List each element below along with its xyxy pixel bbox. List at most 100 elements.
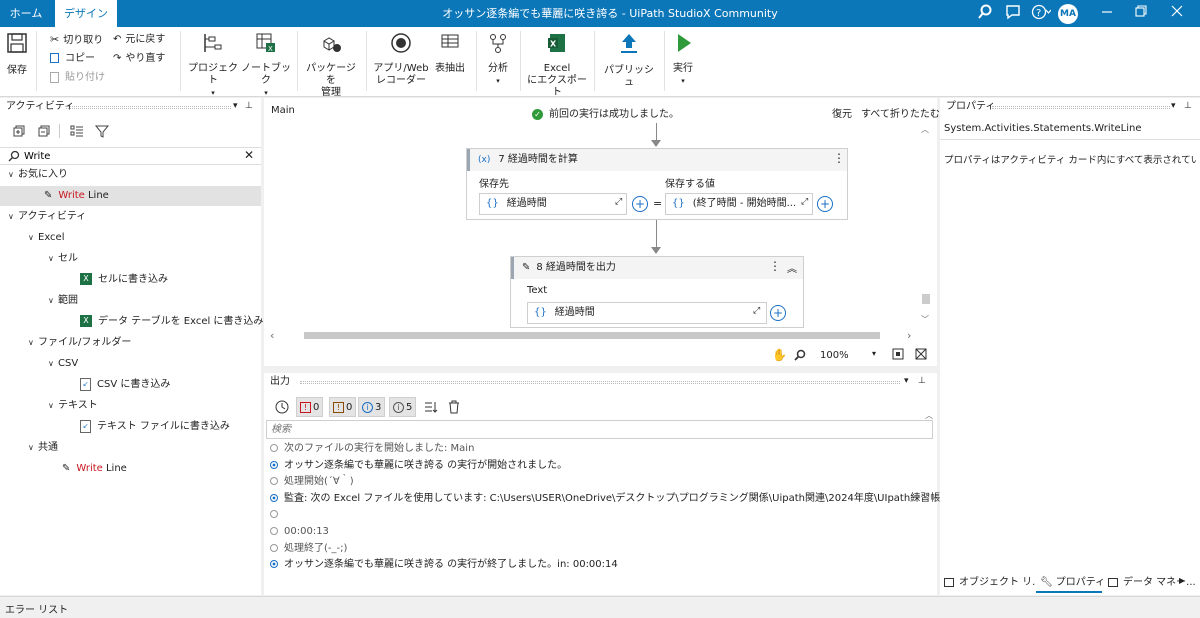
collapse-card-icon[interactable]: ︽ <box>787 260 797 275</box>
expand-all-icon[interactable] <box>12 124 26 141</box>
dropdown-arrow-icon[interactable]: ▾ <box>1171 101 1176 111</box>
tree-item[interactable]: X データ テーブルを Excel に書き込み <box>0 312 263 332</box>
add-variable-button[interactable]: + <box>632 196 648 212</box>
avatar[interactable]: MA <box>1058 4 1078 24</box>
scroll-left-icon[interactable]: ‹ <box>270 329 274 342</box>
redo-button[interactable]: ↷ やり直す <box>113 51 165 67</box>
pin-icon[interactable]: ⊥ <box>1184 101 1192 111</box>
tree-group[interactable]: ∨ お気に入り <box>0 165 261 185</box>
tree-group[interactable]: ∨ 共通 <box>0 438 261 458</box>
tab-home[interactable]: ホーム <box>0 0 52 27</box>
breadcrumb[interactable]: Main <box>271 105 295 116</box>
hand-pan-icon[interactable]: ✋ <box>772 348 787 362</box>
search-icon[interactable] <box>975 4 995 24</box>
tree-item[interactable]: ✎ Write Line <box>0 186 261 206</box>
paste-button[interactable]: 貼り付け <box>50 70 105 86</box>
save-to-field[interactable]: {} 経過時間 <box>479 193 627 215</box>
copy-button[interactable]: コピー <box>50 51 95 67</box>
minimize-icon[interactable] <box>1097 4 1117 24</box>
scroll-right-icon[interactable]: › <box>907 329 911 342</box>
export-excel-button[interactable]: X Excel にエクスポート <box>526 31 588 99</box>
publish-button[interactable]: パブリッシュ <box>600 31 658 89</box>
log-line[interactable] <box>270 507 284 523</box>
tree-group[interactable]: ∨ テキスト <box>0 396 261 416</box>
undo-button[interactable]: ↶ 元に戻す <box>113 32 165 48</box>
tree-group[interactable]: ∨ Excel <box>0 228 261 248</box>
zoom-search-icon[interactable] <box>794 349 806 364</box>
project-button[interactable]: プロジェクト ▾ <box>186 31 240 99</box>
collapse-all-link[interactable]: すべて折りたたむ <box>861 105 940 120</box>
notebook-button[interactable]: X ノートブック ▾ <box>240 31 292 99</box>
feedback-icon[interactable] <box>1003 4 1023 24</box>
restore-link[interactable]: 復元 <box>832 105 852 120</box>
expand-field-icon[interactable]: ⤢ <box>753 306 760 316</box>
pin-icon[interactable]: ⊥ <box>918 376 926 386</box>
collapse-lines-icon[interactable] <box>424 400 438 417</box>
clear-output-icon[interactable] <box>448 400 460 417</box>
card-menu-icon[interactable]: ⋮ <box>833 151 845 165</box>
log-line[interactable]: 処理終了(-_-;) <box>270 541 347 557</box>
activity-search-input[interactable] <box>24 149 224 164</box>
value-field[interactable]: {} (終了時間 - 開始時間... <box>665 193 813 215</box>
clear-search-icon[interactable]: ✕ <box>244 148 254 162</box>
analyze-button[interactable]: 分析 ▾ <box>482 31 514 87</box>
tab-object-repository[interactable]: オブジェクト リ... <box>944 573 1042 593</box>
tree-item[interactable]: ↙ テキスト ファイルに書き込み <box>0 417 261 437</box>
tree-group[interactable]: ∨ CSV <box>0 354 261 374</box>
pin-icon[interactable]: ⊥ <box>245 101 253 111</box>
overview-icon[interactable] <box>915 348 927 363</box>
output-search-input[interactable] <box>266 420 933 439</box>
write-line-activity-card[interactable]: ✎ 8 経過時間を出力 ⋮ ︽ Text {} 経過時間 ⤢ + <box>510 256 804 328</box>
save-button[interactable]: 保存 <box>2 31 32 77</box>
tree-group[interactable]: ∨ 範囲 <box>0 291 261 311</box>
dropdown-arrow-icon[interactable]: ▾ <box>904 376 909 386</box>
expand-field-icon[interactable]: ⤢ <box>615 197 622 207</box>
manage-packages-button[interactable]: パッケージを 管理 <box>302 31 360 99</box>
tree-item[interactable]: X セルに書き込み <box>0 270 261 290</box>
output-filter-1[interactable]: ! 0 <box>329 397 357 417</box>
filter-icon[interactable] <box>94 124 110 141</box>
add-text-button[interactable]: + <box>770 305 786 321</box>
table-extraction-button[interactable]: 表抽出 <box>432 31 468 75</box>
log-line[interactable]: オッサン逐条編でも華麗に咲き誇る の実行が終了しました。in: 00:00:14 <box>270 557 618 573</box>
tab-properties[interactable]: 🔧︎ プロパティ <box>1036 573 1105 593</box>
help-icon[interactable]: ? <box>1030 4 1052 24</box>
tree-group[interactable]: ∨ セル <box>0 249 261 269</box>
tab-scroll-right-icon[interactable]: ▶ <box>1179 576 1185 585</box>
list-view-icon[interactable] <box>70 124 84 141</box>
restore-window-icon[interactable] <box>1131 4 1151 24</box>
tree-group[interactable]: ∨ アクティビティ <box>0 207 261 227</box>
fit-screen-icon[interactable] <box>892 348 904 363</box>
run-button[interactable]: 実行 ▾ <box>668 31 698 87</box>
recorder-button[interactable]: アプリ/Web レコーダー <box>372 31 430 87</box>
log-line[interactable]: 00:00:13 <box>270 524 329 540</box>
tab-design[interactable]: デザイン <box>55 0 117 27</box>
close-icon[interactable] <box>1167 4 1187 24</box>
assign-activity-card[interactable]: (x) 7 経過時間を計算 ⋮ 保存先 保存する値 {} 経過時間 ⤢ + = {}… <box>466 148 848 220</box>
log-line[interactable]: 監査: 次の Excel ファイルを使用しています: C:\Users\USER… <box>270 491 963 507</box>
expand-field-icon[interactable]: ⤢ <box>801 197 808 207</box>
tree-item[interactable]: ↙ CSV に書き込み <box>0 375 261 395</box>
horizontal-scrollbar-thumb[interactable] <box>304 332 880 339</box>
scroll-down-icon[interactable]: ﹀ <box>921 314 929 325</box>
scroll-up-icon[interactable]: ︿ <box>921 124 929 135</box>
output-filter-3[interactable]: i5 <box>389 397 417 417</box>
tree-item[interactable]: ✎ Write Line <box>0 459 261 479</box>
add-value-button[interactable]: + <box>817 196 833 212</box>
tree-group[interactable]: ∨ ファイル/フォルダー <box>0 333 261 353</box>
collapse-all-icon[interactable] <box>37 124 51 141</box>
log-line[interactable]: 次のファイルの実行を開始しました: Main <box>270 441 474 457</box>
text-field[interactable]: {} 経過時間 <box>527 302 767 324</box>
zoom-dropdown-icon[interactable]: ▾ <box>872 349 876 358</box>
log-line[interactable]: 処理開始(´∀｀) <box>270 474 354 490</box>
timestamp-toggle-icon[interactable] <box>275 400 289 417</box>
output-filter-2[interactable]: i3 <box>358 397 386 417</box>
dropdown-arrow-icon[interactable]: ▾ <box>233 101 238 111</box>
zoom-level[interactable]: 100% <box>820 350 849 361</box>
log-line[interactable]: オッサン逐条編でも華麗に咲き誇る の実行が開始されました。 <box>270 458 567 474</box>
error-list-tab[interactable]: エラー リスト <box>5 601 68 616</box>
vertical-scrollbar-thumb[interactable] <box>922 294 930 304</box>
card-menu-icon[interactable]: ⋮ <box>769 259 781 273</box>
output-filter-0[interactable]: ! 0 <box>296 397 324 417</box>
cut-button[interactable]: ✂ 切り取り <box>50 32 103 48</box>
